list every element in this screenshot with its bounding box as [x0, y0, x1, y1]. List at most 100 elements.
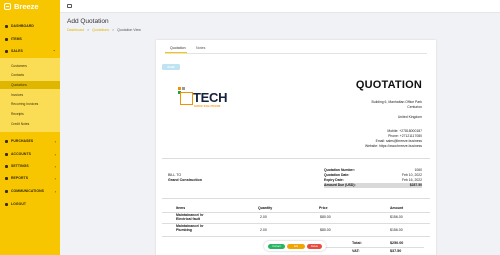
column-header-items: Items: [176, 206, 186, 210]
sidebar-subitem-label: Receipts: [11, 112, 24, 116]
breadcrumb-quotations[interactable]: Quotations: [92, 28, 109, 32]
line-item-amount: $156.00: [390, 228, 403, 232]
company-address-line: Building 6, Manhattan Office Park: [371, 100, 422, 104]
company-contact-line: Email: sales@breeze.business: [375, 139, 422, 143]
meta-label: Quotation Date:: [324, 173, 350, 178]
edit-button[interactable]: Edit: [287, 243, 305, 249]
meta-label: Quotation Number:: [324, 168, 355, 173]
total-value: $250.00: [390, 241, 404, 245]
sidebar-subitem-contacts[interactable]: Contacts: [0, 71, 60, 79]
column-header-price: Price: [319, 206, 328, 210]
sidebar-item-label: COMMUNICATIONS: [11, 189, 44, 193]
breadcrumb-separator-icon: >: [112, 28, 115, 32]
breadcrumb: Dashboard > Quotations > Quotation View: [67, 28, 141, 32]
section-divider: [162, 158, 430, 159]
sidebar-item-accounts[interactable]: ACCOUNTS ›: [0, 150, 60, 158]
company-contact-line: Website: https://www.breeze.business: [364, 144, 422, 148]
line-item-qty: 2.00: [260, 228, 267, 232]
sidebar-subitem-invoices[interactable]: Invoices: [0, 91, 60, 99]
chevron-right-icon: ›: [54, 138, 56, 144]
sidebar-item-logout[interactable]: LOGOUT: [0, 200, 60, 208]
brand-name: Breeze: [14, 2, 39, 11]
sidebar-subitem-label: Credit Notes: [11, 122, 30, 126]
tab-quotation[interactable]: Quotation: [170, 46, 186, 50]
sidebar-toggle-icon[interactable]: [67, 4, 72, 8]
status-badge: Draft: [162, 64, 180, 70]
chevron-right-icon: ›: [54, 188, 56, 194]
convert-button[interactable]: Convert: [268, 243, 285, 249]
sidebar-item-dashboard[interactable]: DASHBOARD: [0, 22, 60, 30]
sidebar-item-purchases[interactable]: PURCHASES ›: [0, 137, 60, 145]
sidebar-item-reports[interactable]: REPORTS ›: [0, 174, 60, 182]
logo-square: [178, 87, 181, 90]
column-header-amount: Amount: [390, 206, 404, 210]
meta-value: Feb 16, 2022: [402, 178, 422, 183]
delete-button[interactable]: Delete: [307, 243, 322, 249]
sidebar-subitem-quotations[interactable]: Quotations: [0, 81, 60, 89]
bill-to-label: BILL TO: [168, 173, 182, 177]
communications-icon: [5, 189, 8, 193]
sidebar: Breeze DASHBOARD ITEMS SALES ⌃ Customers…: [0, 0, 60, 255]
sidebar-item-label: PURCHASES: [11, 139, 34, 143]
vat-label: VAT:: [352, 249, 360, 253]
logo-tagline: GOOD SOLUTIONS: [194, 105, 221, 108]
chevron-right-icon: ›: [54, 175, 56, 181]
company-contact-line: Mobile: +27818000187: [387, 129, 422, 133]
reports-icon: [5, 176, 8, 180]
chevron-right-icon: ›: [54, 151, 56, 157]
chevron-right-icon: ›: [54, 163, 56, 169]
company-contact-line: Phone: +27121117080: [388, 134, 422, 138]
sidebar-subitem-recurring-invoices[interactable]: Recurring Invoices: [0, 100, 60, 108]
purchases-icon: [5, 139, 8, 143]
sales-icon: [5, 49, 8, 53]
brand-logo-icon: [4, 3, 11, 10]
company-address-line: Centurion: [407, 105, 422, 109]
page-title: Add Quotation: [67, 18, 109, 25]
sidebar-item-settings[interactable]: SETTINGS ›: [0, 162, 60, 170]
quotation-card: Quotation Notes Draft TECH GOOD SOLUTION…: [156, 40, 436, 255]
document-title: QUOTATION: [355, 79, 422, 91]
breadcrumb-current: Quotation View: [117, 28, 141, 32]
bill-to-name: Grand Construction: [168, 178, 202, 182]
company-address-line: United Kingdom: [397, 115, 422, 119]
quotation-actions: Convert Edit Delete: [264, 241, 326, 251]
line-item-name: Maintainance/ hr Electrical fault: [176, 213, 204, 222]
items-icon: [5, 37, 8, 41]
meta-label: Amount Due (USD):: [324, 183, 356, 188]
tab-notes[interactable]: Notes: [196, 46, 205, 50]
line-item-price: $80.00: [320, 228, 331, 232]
tab-divider: [165, 53, 427, 54]
sidebar-item-label: SETTINGS: [11, 164, 29, 168]
sidebar-subitem-label: Customers: [11, 64, 27, 68]
logo-frame: [180, 92, 193, 105]
dashboard-icon: [5, 24, 8, 28]
total-label: Total:: [352, 241, 362, 245]
sidebar-subitem-label: Contacts: [11, 73, 25, 77]
sidebar-item-communications[interactable]: COMMUNICATIONS ›: [0, 187, 60, 195]
meta-value: Feb 10, 2022: [402, 173, 422, 178]
sidebar-subitem-customers[interactable]: Customers: [0, 62, 60, 70]
sidebar-subitem-receipts[interactable]: Receipts: [0, 110, 60, 118]
chevron-up-icon: ⌃: [52, 48, 56, 54]
brand[interactable]: Breeze: [0, 0, 60, 13]
line-item-price: $80.00: [320, 215, 331, 219]
logo-square: [182, 87, 185, 90]
breadcrumb-dashboard[interactable]: Dashboard: [67, 28, 84, 32]
total-divider: [324, 247, 424, 248]
amount-due-row: Amount Due (USD): $287.50: [324, 183, 422, 188]
row-divider: [162, 236, 430, 237]
company-logo: TECH GOOD SOLUTIONS: [178, 87, 240, 109]
logo-wordmark: TECH: [193, 90, 228, 105]
topbar: [60, 0, 500, 13]
sidebar-item-sales[interactable]: SALES ⌃: [0, 47, 60, 55]
sidebar-item-label: LOGOUT: [11, 202, 27, 206]
sidebar-item-label: ITEMS: [11, 37, 22, 41]
sidebar-item-items[interactable]: ITEMS: [0, 35, 60, 43]
sidebar-item-label: REPORTS: [11, 176, 29, 180]
line-item-name: Maintainance/ hr Plumbing: [176, 224, 204, 233]
meta-label: Expiry Date:: [324, 178, 344, 183]
sidebar-subitem-credit-notes[interactable]: Credit Notes: [0, 120, 60, 128]
sidebar-subitem-label: Invoices: [11, 93, 24, 97]
logout-icon: [5, 202, 8, 206]
sidebar-subitem-label: Quotations: [11, 83, 27, 87]
